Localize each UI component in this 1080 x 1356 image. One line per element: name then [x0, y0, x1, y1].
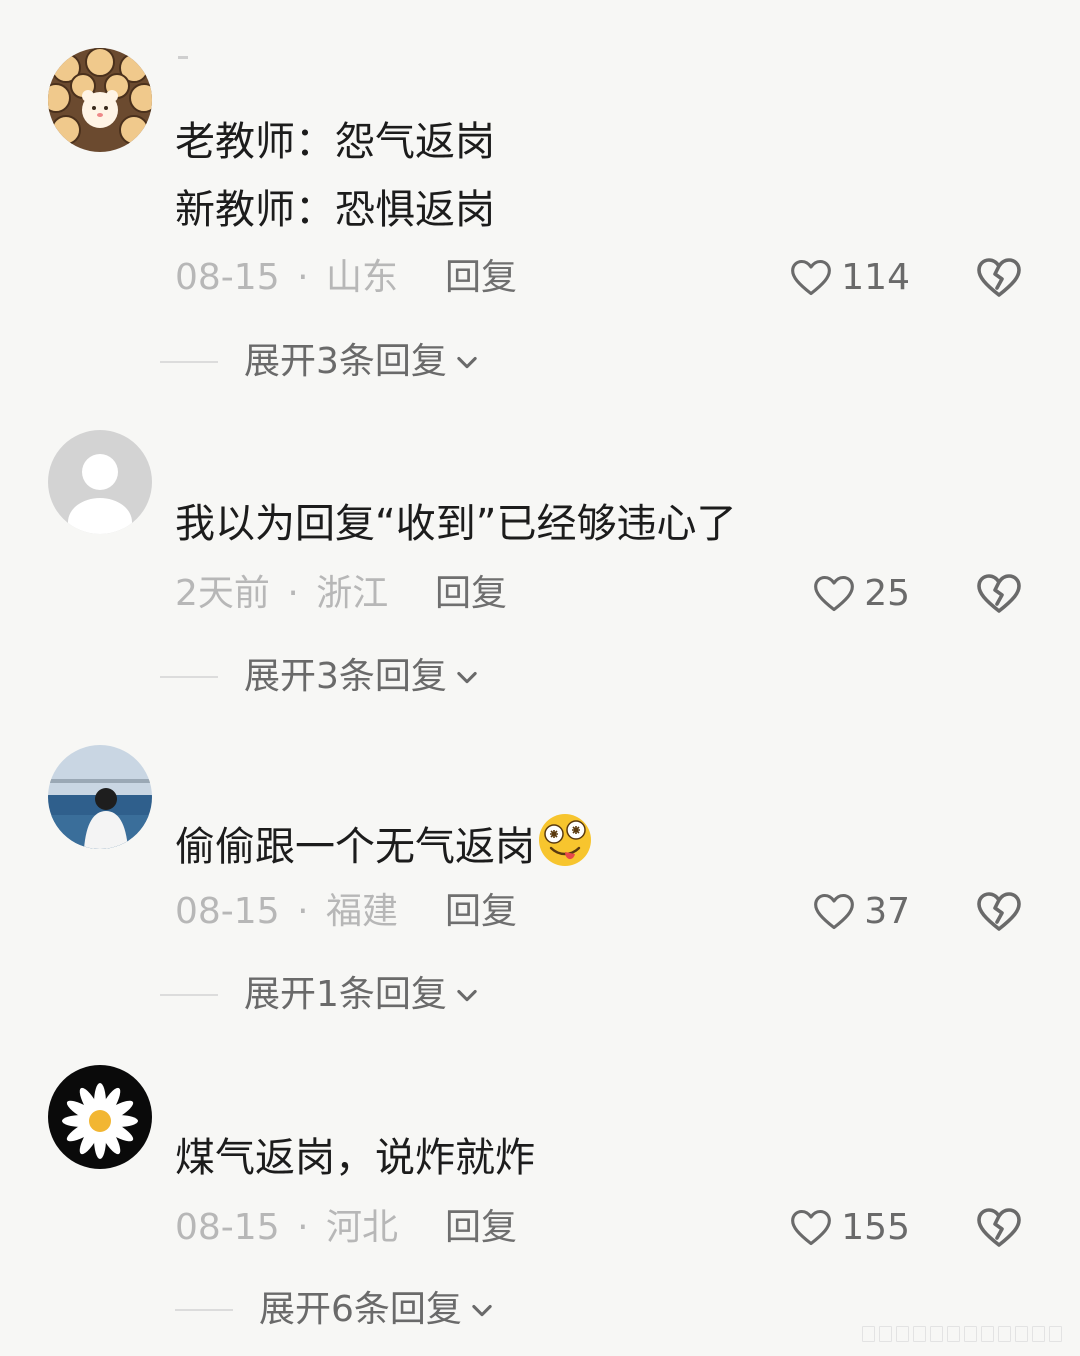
comment-location: 河北	[325, 1207, 398, 1248]
top-divider-mark	[178, 56, 188, 59]
comment-text: 新教师：恐惧返岗	[175, 187, 495, 233]
expand-divider	[160, 994, 218, 996]
comment-location: 山东	[325, 257, 398, 298]
reply-button[interactable]: 回复	[445, 890, 517, 934]
like-count: 114	[841, 257, 910, 298]
chevron-down-icon	[472, 1304, 492, 1317]
comment-date: 08-15	[175, 257, 280, 298]
expand-divider	[160, 676, 218, 678]
chevron-down-icon	[457, 671, 477, 684]
watermark-cell	[930, 1326, 943, 1342]
comment-date: 08-15	[175, 1207, 280, 1248]
expand-replies-label: 展开3条回复	[244, 341, 447, 382]
reply-button[interactable]: 回复	[445, 256, 517, 300]
comment-meta: 08-15 · 河北	[175, 1206, 398, 1250]
daisy-avatar-image	[48, 1065, 152, 1169]
user-avatar[interactable]	[48, 48, 152, 152]
watermark-cell	[964, 1326, 977, 1342]
expand-replies[interactable]: 展开6条回复	[175, 1288, 496, 1332]
watermark-cell	[1015, 1326, 1028, 1342]
watermark-cell	[1049, 1326, 1062, 1342]
watermark-cell	[913, 1326, 926, 1342]
heart-outline-icon	[814, 575, 855, 612]
watermark-cell	[896, 1326, 909, 1342]
comment-text: 我以为回复“收到”已经够违心了	[175, 501, 737, 547]
bear-avatar-image	[48, 48, 152, 152]
comment-date: 2天前	[175, 573, 270, 614]
expand-replies[interactable]: 展开3条回复	[160, 340, 481, 384]
broken-heart-icon[interactable]	[975, 254, 1023, 302]
watermark-cell	[998, 1326, 1011, 1342]
broken-heart-icon[interactable]	[975, 1204, 1023, 1252]
meta-separator: ·	[297, 891, 309, 932]
reply-button[interactable]: 回复	[445, 1206, 517, 1250]
broken-heart-icon[interactable]	[975, 570, 1023, 618]
like-count: 155	[841, 1207, 910, 1248]
heart-outline-icon	[814, 893, 855, 930]
comment-text-content: 偷偷跟一个无气返岗	[175, 824, 535, 870]
like-button[interactable]: 37	[812, 887, 910, 937]
comment-text: 老教师：怨气返岗	[175, 119, 495, 165]
like-button[interactable]: 155	[789, 1203, 910, 1253]
like-count: 25	[864, 573, 910, 614]
watermark-cell	[947, 1326, 960, 1342]
default-avatar-image	[48, 430, 152, 534]
comment-text: 煤气返岗，说炸就炸	[175, 1135, 535, 1181]
watermark-cell	[1032, 1326, 1045, 1342]
comment-meta: 08-15 · 山东	[175, 256, 398, 300]
like-button[interactable]: 25	[812, 569, 910, 619]
seaside-photo-avatar-image	[48, 745, 152, 849]
broken-heart-icon[interactable]	[975, 888, 1023, 936]
meta-separator: ·	[297, 257, 309, 298]
chevron-down-icon	[457, 356, 477, 369]
comment-date: 08-15	[175, 891, 280, 932]
expand-replies-label: 展开6条回复	[259, 1289, 462, 1330]
expand-divider	[175, 1309, 233, 1311]
expand-replies[interactable]: 展开3条回复	[160, 655, 481, 699]
comment-meta: 08-15 · 福建	[175, 890, 398, 934]
expand-replies-label: 展开1条回复	[244, 974, 447, 1015]
reply-button[interactable]: 回复	[435, 572, 507, 616]
comment-location: 浙江	[316, 573, 389, 614]
like-button[interactable]: 114	[789, 253, 910, 303]
chevron-down-icon	[457, 989, 477, 1002]
expand-divider	[160, 361, 218, 363]
expand-replies-label: 展开3条回复	[244, 656, 447, 697]
like-count: 37	[864, 891, 910, 932]
heart-outline-icon	[791, 1209, 832, 1246]
user-avatar[interactable]	[48, 745, 152, 849]
watermark-mark	[862, 1320, 1062, 1348]
meta-separator: ·	[297, 1207, 309, 1248]
zany-face-emoji	[539, 814, 591, 866]
comment-location: 福建	[325, 891, 398, 932]
meta-separator: ·	[287, 573, 299, 614]
watermark-cell	[981, 1326, 994, 1342]
user-avatar[interactable]	[48, 1065, 152, 1169]
comment-text: 偷偷跟一个无气返岗	[175, 812, 595, 873]
heart-outline-icon	[791, 259, 832, 296]
watermark-cell	[879, 1326, 892, 1342]
watermark-cell	[862, 1326, 875, 1342]
user-avatar[interactable]	[48, 430, 152, 534]
expand-replies[interactable]: 展开1条回复	[160, 973, 481, 1017]
comment-meta: 2天前 · 浙江	[175, 572, 388, 616]
